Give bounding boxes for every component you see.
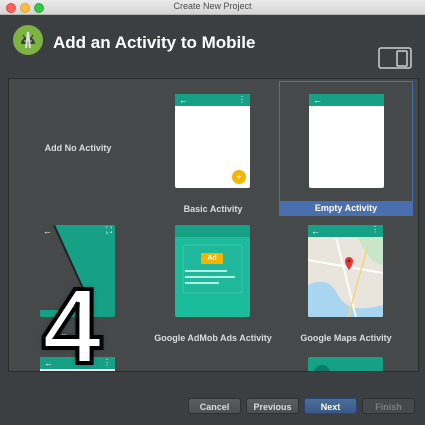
back-arrow-icon: ←	[311, 226, 320, 236]
android-studio-logo-icon	[13, 25, 43, 55]
admob-card	[175, 225, 250, 294]
tile-label: Google Maps Activity	[300, 333, 392, 343]
wizard-button-bar: Cancel Previous Next Finish	[0, 372, 425, 425]
back-arrow-icon: ←	[313, 95, 322, 105]
basic-activity-preview: ← ⋮ +	[175, 94, 250, 188]
empty-activity-preview: ←	[309, 94, 384, 188]
tile-label: Basic Activity	[183, 204, 243, 214]
tile-label: Add No Activity	[44, 143, 112, 153]
overflow-menu-icon: ⋮	[371, 225, 379, 234]
maps-activity-preview: ← ⋮	[308, 225, 383, 317]
cancel-button[interactable]: Cancel	[188, 398, 241, 414]
overflow-menu-icon: ⋮	[238, 95, 246, 104]
avatar-icon	[314, 365, 330, 371]
partial-activity-preview-2[interactable]	[308, 357, 383, 371]
wizard-header: Add an Activity to Mobile	[0, 15, 425, 75]
window-titlebar: Create New Project	[0, 0, 425, 15]
fab-icon: +	[232, 170, 246, 184]
app-bar: ←	[309, 94, 384, 106]
back-arrow-icon: ←	[179, 95, 188, 105]
back-arrow-icon: ←	[43, 226, 52, 236]
tile-empty-activity[interactable]: ← Empty Activity	[279, 81, 413, 216]
tile-admob-activity[interactable]: Ad Google AdMob Ads Activity	[146, 224, 280, 359]
fullscreen-icon: ⛶	[105, 225, 112, 235]
window-title: Create New Project	[173, 1, 252, 11]
map-preview	[308, 225, 383, 317]
page-title: Add an Activity to Mobile	[53, 33, 256, 52]
tile-maps-activity[interactable]: ← ⋮ Google Maps Activity	[279, 224, 413, 359]
tile-basic-activity[interactable]: ← ⋮ + Basic Activity	[146, 81, 280, 216]
previous-button[interactable]: Previous	[246, 398, 299, 414]
ad-badge: Ad	[201, 253, 223, 264]
mobile-device-icon	[378, 47, 412, 69]
admob-activity-preview: Ad	[175, 225, 250, 317]
app-bar: ← ⋮	[175, 94, 250, 106]
tile-add-no-activity[interactable]: Add No Activity	[11, 81, 145, 216]
finish-button[interactable]: Finish	[362, 398, 415, 414]
tile-label: Google AdMob Ads Activity	[154, 333, 272, 343]
tile-label: Empty Activity	[280, 201, 412, 215]
step-number-overlay: 4	[40, 265, 104, 386]
overflow-menu-icon: ⋮	[103, 358, 111, 367]
next-button[interactable]: Next	[304, 398, 357, 414]
